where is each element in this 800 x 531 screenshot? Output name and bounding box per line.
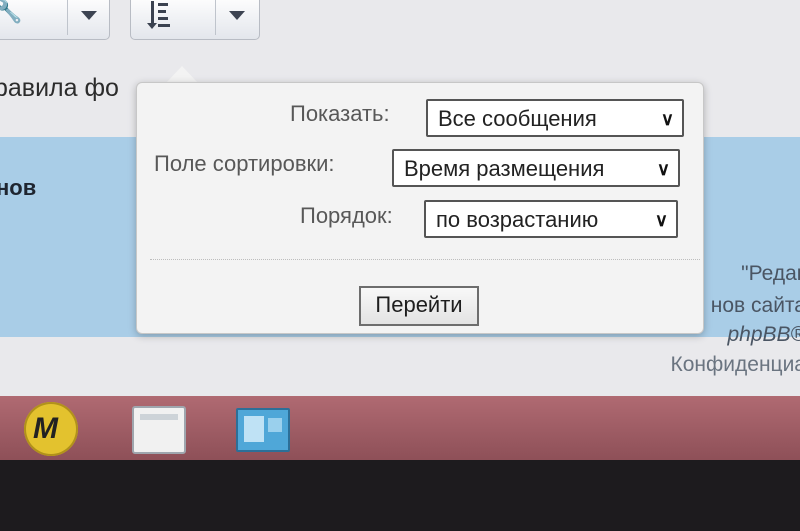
footer-text: нов сайта <box>710 294 800 317</box>
sort-field-label: Поле сортировки: <box>154 151 335 176</box>
footer-phpbb-link[interactable]: phpBB® <box>727 323 800 347</box>
show-label: Показать: <box>290 101 390 126</box>
taskbar <box>0 396 800 460</box>
control-panel-app-icon[interactable] <box>236 408 290 452</box>
tools-button-group[interactable]: 🔧 <box>0 0 110 40</box>
footer-text: "Редак <box>741 262 800 285</box>
chevron-down-icon: ∨ <box>656 159 670 179</box>
rules-link-text[interactable]: равила фо <box>0 74 119 103</box>
popup-divider <box>150 259 700 260</box>
sort-field-select[interactable]: Время размещения ∨ <box>392 149 680 187</box>
show-select[interactable]: Все сообщения ∨ <box>426 99 684 137</box>
wrench-icon: 🔧 <box>0 0 23 24</box>
footer-privacy-link[interactable]: Конфиденциа <box>671 353 800 377</box>
chevron-down-icon: ∨ <box>660 109 674 129</box>
browser-viewport: 🔧 равила фо нов "Редак нов сайта phpBB® … <box>0 0 800 460</box>
order-select[interactable]: по возрастанию ∨ <box>424 200 678 238</box>
chevron-down-icon[interactable] <box>229 11 245 20</box>
show-select-value: Все сообщения <box>438 106 597 131</box>
chevron-down-icon: ∨ <box>654 210 668 230</box>
sort-field-select-value: Время размещения <box>404 156 605 181</box>
printer-app-icon[interactable] <box>132 406 186 454</box>
order-select-value: по возрастанию <box>436 207 599 232</box>
section-heading: нов <box>0 175 37 200</box>
sort-button-group[interactable] <box>130 0 260 40</box>
sort-icon[interactable] <box>147 1 171 29</box>
go-button[interactable]: Перейти <box>359 286 479 326</box>
order-label: Порядок: <box>300 203 393 228</box>
popup-pointer <box>166 66 198 83</box>
m-app-icon[interactable]: M <box>24 402 78 456</box>
chevron-down-icon[interactable] <box>81 11 97 20</box>
